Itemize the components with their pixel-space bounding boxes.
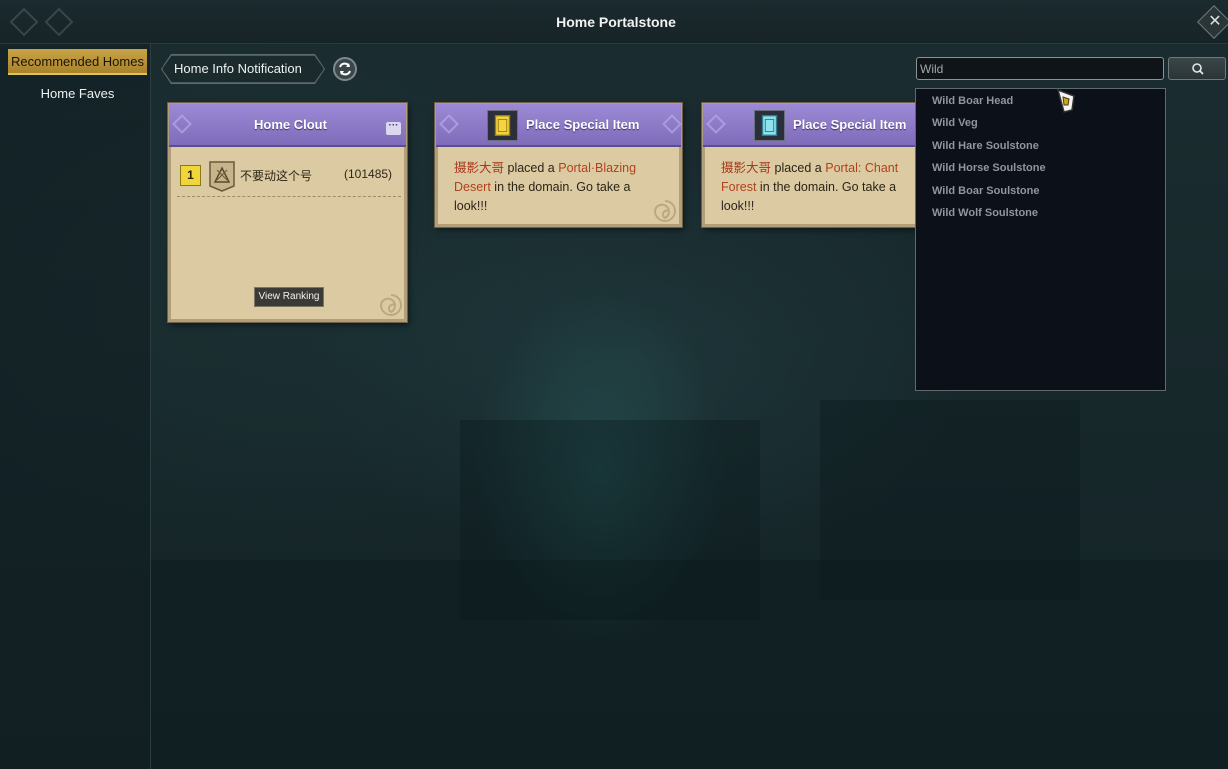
card-title: Place Special Item — [793, 117, 907, 132]
card-title: Place Special Item — [526, 117, 640, 132]
rank-emblem-icon — [209, 161, 235, 192]
clout-score: (101485) — [344, 167, 393, 181]
portal-scroll-icon — [754, 110, 785, 141]
card-title: Home Clout — [254, 117, 327, 132]
card-header: Home Clout ··· — [169, 104, 406, 147]
suggestion-item[interactable]: Wild Hare Soulstone — [932, 140, 1039, 152]
swirl-ornament-icon — [653, 200, 676, 222]
notification-text: 摄影大哥 placed a Portal·Blazing Desert in t… — [454, 159, 666, 216]
rank-badge: 1 — [180, 165, 201, 186]
search-button[interactable] — [1168, 57, 1226, 80]
sidebar-item-recommended-homes[interactable]: Recommended Homes — [8, 49, 147, 75]
notice-verb: placed a — [771, 161, 826, 175]
actor-name[interactable]: 摄影大哥 — [721, 161, 771, 175]
refresh-button[interactable] — [333, 57, 357, 81]
actor-name[interactable]: 摄影大哥 — [454, 161, 504, 175]
header-ornament-icon — [706, 114, 726, 134]
portal-scroll-icon — [487, 110, 518, 141]
divider — [177, 196, 401, 197]
refresh-icon — [339, 62, 351, 76]
home-clout-card: Home Clout ··· 1 不要动这个号 (101485) View Ra… — [168, 103, 407, 322]
search-input[interactable] — [916, 57, 1164, 80]
view-ranking-button[interactable]: View Ranking — [254, 287, 324, 307]
card-header: Place Special Item — [703, 104, 941, 147]
header-ornament-icon — [662, 114, 682, 134]
sidebar-item-home-faves[interactable]: Home Faves — [8, 81, 147, 107]
suggestion-item[interactable]: Wild Horse Soulstone — [932, 162, 1046, 174]
cursor-pointer-icon — [1056, 88, 1075, 113]
special-item-card: Place Special Item 摄影大哥 placed a Portal·… — [435, 103, 682, 227]
card-header: Place Special Item — [436, 104, 682, 147]
sidebar — [0, 44, 151, 769]
suggestion-item[interactable]: Wild Veg — [932, 117, 978, 129]
search-suggestions-dropdown: Wild Boar Head Wild Veg Wild Hare Soulst… — [915, 88, 1166, 391]
swirl-ornament-icon — [379, 294, 402, 316]
more-options-icon[interactable]: ··· — [386, 121, 401, 135]
notification-text: 摄影大哥 placed a Portal: Chant Forest in th… — [721, 159, 917, 216]
title-bar: Home Portalstone — [0, 0, 1228, 44]
player-name[interactable]: 不要动这个号 — [240, 167, 312, 184]
suggestion-item[interactable]: Wild Wolf Soulstone — [932, 207, 1038, 219]
close-icon[interactable]: ✕ — [1202, 9, 1228, 35]
header-ornament-icon — [439, 114, 459, 134]
breadcrumb: Home Info Notification — [162, 55, 324, 83]
suggestion-item[interactable]: Wild Boar Head — [932, 95, 1013, 107]
special-item-card: Place Special Item 摄影大哥 placed a Portal:… — [702, 103, 942, 227]
suggestion-item[interactable]: Wild Boar Soulstone — [932, 185, 1039, 197]
window-title: Home Portalstone — [556, 14, 676, 30]
notice-verb: placed a — [504, 161, 559, 175]
search-icon — [1192, 63, 1204, 75]
